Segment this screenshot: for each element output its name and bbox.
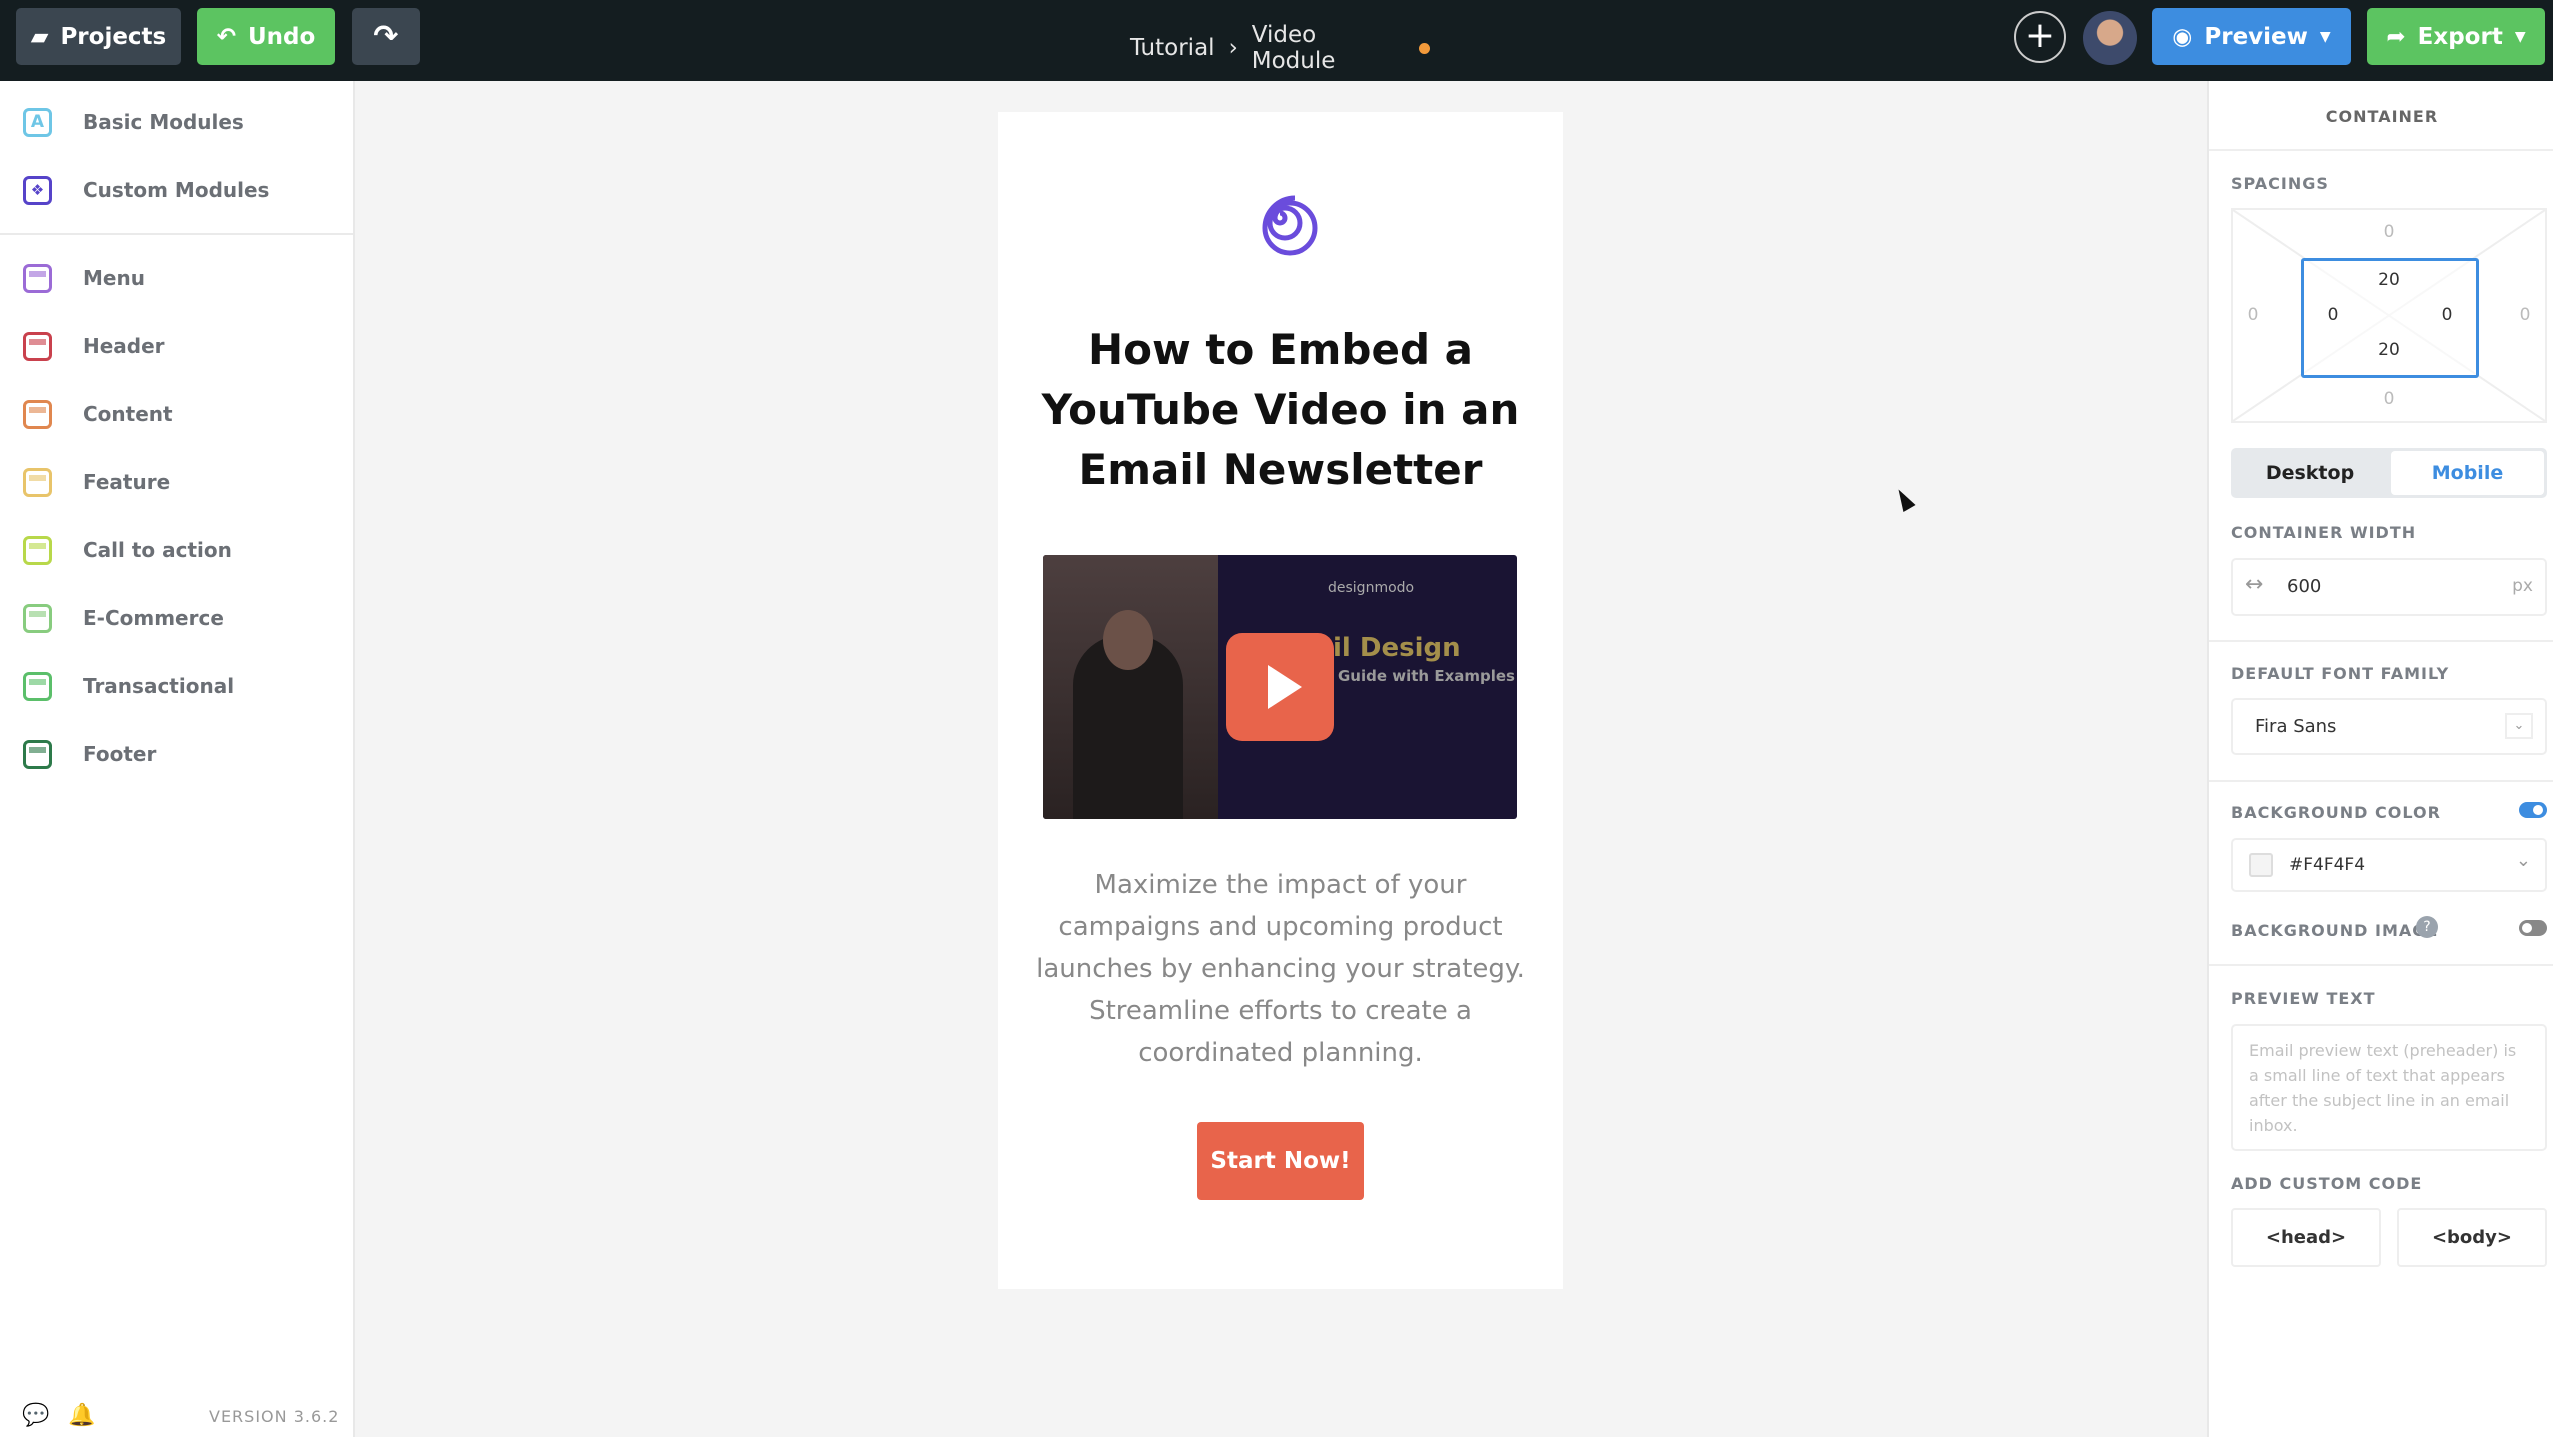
projects-button[interactable]: ▰ Projects bbox=[16, 8, 181, 65]
paragraph-line: coordinated planning. bbox=[1138, 1038, 1423, 1068]
menu-icon bbox=[23, 263, 52, 293]
preview-text-label: PREVIEW TEXT bbox=[2231, 989, 2376, 1008]
redo-button[interactable]: ↷ bbox=[352, 8, 420, 65]
letter-a-icon: A bbox=[23, 107, 52, 137]
sidebar-item-menu[interactable]: Menu bbox=[0, 253, 353, 303]
sidebar-item-e-commerce[interactable]: E-Commerce bbox=[0, 593, 353, 643]
diamond-grid-icon: ❖ bbox=[23, 175, 52, 205]
container-width-label: CONTAINER WIDTH bbox=[2231, 523, 2417, 542]
background-color-label: BACKGROUND COLOR bbox=[2231, 803, 2441, 822]
top-bar: ▰ Projects ↶ Undo ↷ Tutorial › Video Module… bbox=[0, 0, 2553, 81]
feature-icon bbox=[23, 467, 52, 497]
paragraph-line: Maximize the impact of your bbox=[1094, 870, 1467, 900]
video-brand: designmodo bbox=[1328, 580, 1415, 596]
eye-icon: ◉ bbox=[2172, 23, 2193, 50]
avatar[interactable] bbox=[2083, 11, 2137, 65]
undo-icon: ↶ bbox=[216, 23, 236, 50]
tab-desktop[interactable]: Desktop bbox=[2231, 448, 2389, 498]
breadcrumb-tutorial[interactable]: Tutorial bbox=[1130, 35, 1215, 61]
play-button[interactable] bbox=[1226, 633, 1334, 741]
margin-bottom-input[interactable]: 0 bbox=[2369, 389, 2409, 409]
content-icon bbox=[23, 399, 52, 429]
head-code-button[interactable]: <head> bbox=[2231, 1208, 2381, 1267]
email-title-line: Email Newsletter bbox=[1078, 445, 1483, 494]
chevron-down-icon: ⌄ bbox=[2505, 713, 2533, 739]
background-image-label: BACKGROUND IMAGE bbox=[2231, 921, 2439, 940]
breadcrumb: Tutorial › Video Module bbox=[1130, 22, 1430, 74]
color-swatch[interactable] bbox=[2249, 853, 2273, 877]
body-code-button[interactable]: <body> bbox=[2397, 1208, 2547, 1267]
container-width-input[interactable]: ↔ 600 px bbox=[2231, 558, 2547, 616]
undo-button[interactable]: ↶ Undo bbox=[197, 8, 335, 65]
unsaved-dot bbox=[1419, 42, 1430, 54]
sidebar-item-transactional[interactable]: Transactional bbox=[0, 661, 353, 711]
paragraph-line: campaigns and upcoming product bbox=[1058, 912, 1503, 942]
sidebar-item-content[interactable]: Content bbox=[0, 389, 353, 439]
email-title-line: YouTube Video in an bbox=[1041, 385, 1520, 434]
mouse-cursor-icon bbox=[1892, 485, 1916, 513]
spacing-editor: 0 0 0 0 20 0 0 20 bbox=[2231, 208, 2547, 423]
custom-code-label: ADD CUSTOM CODE bbox=[2231, 1174, 2423, 1193]
share-icon: ➦ bbox=[2386, 23, 2406, 50]
panel-heading: CONTAINER bbox=[2325, 107, 2439, 126]
background-color-toggle[interactable] bbox=[2519, 802, 2547, 818]
footer-icon bbox=[23, 739, 52, 769]
folder-icon: ▰ bbox=[30, 23, 49, 50]
header-icon bbox=[23, 331, 52, 361]
paragraph-line: launches by enhancing your strategy. bbox=[1036, 954, 1525, 984]
sidebar-item-basic-modules[interactable]: A Basic Modules bbox=[0, 97, 353, 147]
cart-icon bbox=[23, 603, 52, 633]
padding-right-input[interactable]: 0 bbox=[2427, 305, 2467, 325]
margin-right-input[interactable]: 0 bbox=[2505, 305, 2545, 325]
device-tabs: Desktop Mobile bbox=[2231, 448, 2547, 498]
play-icon bbox=[1268, 665, 1302, 709]
presenter-image bbox=[1043, 555, 1218, 819]
background-image-toggle[interactable] bbox=[2519, 920, 2547, 936]
version-label: VERSION 3.6.2 bbox=[209, 1407, 340, 1426]
sidebar-item-custom-modules[interactable]: ❖ Custom Modules bbox=[0, 165, 353, 215]
background-color-input[interactable]: #F4F4F4 ⌄ bbox=[2231, 838, 2547, 892]
tab-mobile[interactable]: Mobile bbox=[2391, 451, 2544, 495]
sidebar-item-footer[interactable]: Footer bbox=[0, 729, 353, 779]
paragraph-line: Streamline efforts to create a bbox=[1089, 996, 1472, 1026]
font-family-select[interactable]: Fira Sans ⌄ bbox=[2231, 698, 2547, 755]
preview-button[interactable]: ◉ Preview ▼ bbox=[2152, 8, 2351, 65]
divider bbox=[0, 233, 353, 235]
email-canvas: How to Embed a YouTube Video in an Email… bbox=[998, 112, 1563, 1289]
chat-icon[interactable]: 💬 bbox=[22, 1403, 49, 1428]
cursor-click-icon bbox=[23, 535, 52, 565]
swap-arrows-icon bbox=[23, 671, 52, 701]
preview-text-input[interactable]: Email preview text (preheader) is a smal… bbox=[2231, 1024, 2547, 1151]
export-button[interactable]: ➦ Export ▼ bbox=[2367, 8, 2545, 65]
sidebar-item-call-to-action[interactable]: Call to action bbox=[0, 525, 353, 575]
spiral-logo-icon bbox=[1262, 195, 1318, 256]
breadcrumb-current: Video Module bbox=[1251, 22, 1336, 74]
horizontal-arrows-icon: ↔ bbox=[2245, 572, 2264, 597]
start-now-button[interactable]: Start Now! bbox=[1197, 1122, 1364, 1200]
bell-icon[interactable]: 🔔 bbox=[68, 1403, 95, 1428]
email-title-line: How to Embed a bbox=[1087, 325, 1473, 374]
module-sidebar: A Basic Modules ❖ Custom Modules Menu Heade… bbox=[0, 81, 355, 1437]
video-subhead: Guide with Examples bbox=[1338, 667, 1515, 685]
padding-top-input[interactable]: 20 bbox=[2369, 270, 2409, 290]
video-headline: il Design bbox=[1333, 633, 1461, 663]
caret-down-icon: ▼ bbox=[2319, 28, 2331, 45]
help-icon[interactable]: ? bbox=[2416, 916, 2438, 938]
padding-bottom-input[interactable]: 20 bbox=[2369, 340, 2409, 360]
properties-panel: CONTAINER SPACINGS 0 0 0 0 20 0 0 20 Des… bbox=[2207, 81, 2553, 1437]
spacings-label: SPACINGS bbox=[2231, 174, 2329, 193]
sidebar-item-header[interactable]: Header bbox=[0, 321, 353, 371]
chevron-right-icon: › bbox=[1228, 35, 1238, 61]
video-thumbnail[interactable]: designmodo il Design Guide with Examples bbox=[1043, 555, 1517, 819]
margin-top-input[interactable]: 0 bbox=[2369, 222, 2409, 242]
margin-left-input[interactable]: 0 bbox=[2233, 305, 2273, 325]
chevron-down-icon: ⌄ bbox=[2515, 850, 2531, 871]
add-icon[interactable]: + bbox=[2014, 11, 2066, 63]
redo-icon: ↷ bbox=[373, 19, 399, 54]
padding-left-input[interactable]: 0 bbox=[2313, 305, 2353, 325]
caret-down-icon: ▼ bbox=[2514, 28, 2526, 45]
font-family-label: DEFAULT FONT FAMILY bbox=[2231, 664, 2450, 683]
sidebar-item-feature[interactable]: Feature bbox=[0, 457, 353, 507]
